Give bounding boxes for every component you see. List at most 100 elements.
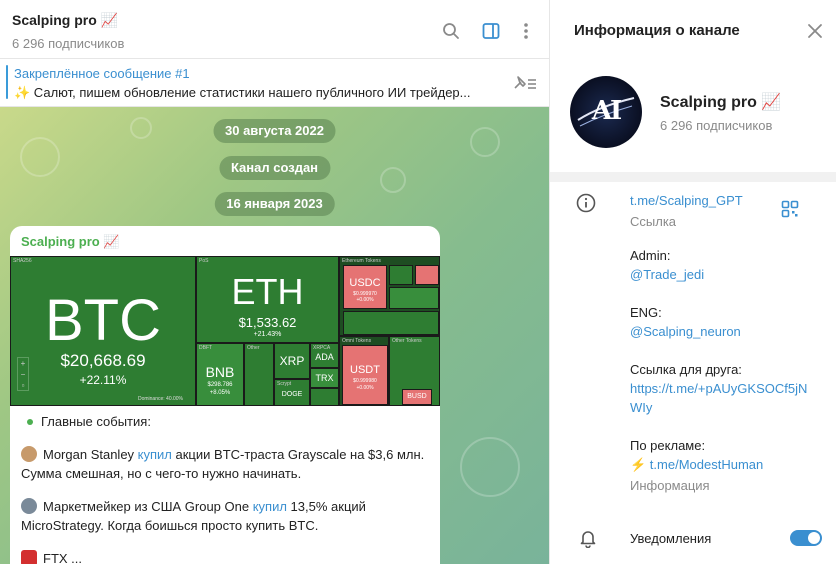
chat-title[interactable]: Scalping pro 📈	[12, 12, 118, 29]
heatmap-price: $298.786	[207, 382, 233, 388]
heatmap-section-label: Other Tokens	[392, 338, 422, 344]
heatmap-symbol: USDT	[350, 364, 380, 376]
heatmap-footnote: Dominance: 40.00%	[137, 396, 183, 402]
chat-pane: Scalping pro 📈 6 296 подписчиков Закрепл…	[0, 0, 549, 564]
heatmap-tile-ada: XRPCA ADA	[310, 343, 339, 368]
heatmap-section-label: Scrypt	[277, 381, 292, 387]
channel-link-caption: Ссылка	[630, 214, 677, 229]
heatmap-group-ethereum: Ethereum Tokens USDC $0.999970 +0.00%	[339, 256, 440, 336]
heatmap-change: +8.05%	[209, 390, 231, 396]
friend-link-label: Ссылка для друга:	[630, 362, 742, 377]
ads-link[interactable]: ⚡ t.me/ModestHuman	[630, 455, 807, 474]
pinned-message-bar[interactable]: Закреплённое сообщение #1 ✨ Салют, пишем…	[0, 59, 549, 107]
background-doodle	[20, 137, 60, 177]
heatmap-tile-small	[343, 311, 439, 335]
heatmap-price: $20,668.69	[60, 351, 146, 370]
background-doodle	[130, 117, 152, 139]
toggle-knob	[808, 532, 820, 544]
heatmap-group-omni: Omni Tokens USDT $0.999980 +0.00%	[339, 336, 389, 406]
heatmap-symbol: XRP	[279, 354, 305, 368]
date-pill: 16 января 2023	[214, 192, 335, 216]
channel-link[interactable]: t.me/Scalping_GPT	[630, 191, 743, 210]
heatmap-tile-small	[389, 287, 439, 309]
heatmap-section-label: Omni Tokens	[342, 338, 372, 344]
chat-subscriber-count: 6 296 подписчиков	[12, 36, 125, 51]
sidebar-toggle-icon[interactable]	[480, 20, 502, 42]
friend-link[interactable]: https://t.me/+pAUyGKSOCf5jN	[630, 379, 807, 398]
heatmap-change: +0.00%	[356, 297, 374, 303]
heatmap-symbol: DOGE	[281, 391, 303, 398]
heatmap-tile-usdc: USDC $0.999970 +0.00%	[343, 265, 387, 309]
avatar-logo-text: AI	[591, 96, 622, 126]
heatmap-change: +21.43%	[253, 331, 282, 338]
heatmap-price: $1,533.62	[238, 315, 297, 330]
info-circle-icon	[576, 193, 596, 213]
heatmap-tile-eth: PoS ETH $1,533.62 +21.43%	[196, 256, 339, 343]
heatmap-tile-usdt: USDT $0.999980 +0.00%	[342, 345, 388, 405]
heatmap-section-label: Ethereum Tokens	[342, 258, 381, 264]
heatmap-group-other-tokens: Other Tokens BUSD	[389, 336, 440, 406]
news-link[interactable]: купил	[253, 499, 287, 514]
channel-link-field: t.me/Scalping_GPT Ссылка	[630, 191, 743, 231]
heatmap-price: $0.999980	[353, 378, 377, 384]
qr-code-icon[interactable]	[781, 200, 799, 218]
more-options-icon[interactable]	[515, 20, 537, 42]
admin-label: Admin:	[630, 248, 671, 263]
ads-label: По рекламе:	[630, 438, 706, 453]
heatmap-tile-small	[415, 265, 439, 285]
news-item: Маркетмейкер из США Group One купил 13,5…	[21, 498, 366, 533]
notifications-label: Уведомления	[630, 531, 712, 546]
admin-link[interactable]: @Trade_jedi	[630, 265, 807, 284]
background-doodle	[470, 127, 500, 157]
eng-link[interactable]: @Scalping_neuron	[630, 322, 807, 341]
heatmap-tile-small	[389, 265, 413, 285]
heatmap-section-label: DBFT	[199, 345, 213, 351]
bell-icon	[578, 528, 598, 549]
notifications-toggle[interactable]	[790, 530, 822, 546]
search-icon[interactable]	[440, 20, 462, 42]
heatmap-tile-xrp: XRP	[274, 343, 310, 379]
heatmap-tile-busd: BUSD	[402, 389, 432, 405]
cowboy-emoji-icon	[21, 498, 37, 514]
heatmap-tile-small	[310, 388, 339, 406]
message-text: Главные события: Morgan Stanley купил ак…	[21, 412, 436, 564]
heatmap-section-label: XRPCA	[313, 345, 331, 351]
heatmap-symbol: BUSD	[407, 393, 427, 400]
events-heading: Главные события:	[21, 412, 436, 431]
news-item: FTX ...	[21, 549, 436, 564]
heatmap-section-label: SHA256	[13, 258, 32, 264]
heatmap-symbol: TRX	[315, 373, 334, 383]
eng-label: ENG:	[630, 305, 662, 320]
bullet-icon	[27, 419, 33, 425]
channel-info-panel: Информация о канале AI Scalping pro 📈 6 …	[549, 0, 836, 564]
channel-avatar[interactable]: AI	[570, 76, 642, 148]
close-icon[interactable]	[806, 22, 824, 40]
background-doodle	[460, 437, 520, 497]
crypto-heatmap-image[interactable]: SHA256 BTC $20,668.69 +22.11% + − ▫ Domina…	[10, 256, 440, 406]
warning-emoji-icon	[21, 550, 37, 564]
channel-name: Scalping pro 📈	[660, 94, 782, 111]
service-pill: Канал создан	[218, 156, 331, 180]
pinned-title: Закреплённое сообщение #1	[14, 66, 190, 81]
heatmap-change: +0.00%	[356, 385, 374, 391]
chat-header[interactable]: Scalping pro 📈 6 296 подписчиков	[0, 0, 549, 59]
news-link[interactable]: купил	[138, 447, 172, 462]
heatmap-tile-other: Other	[244, 343, 274, 406]
message-author[interactable]: Scalping pro 📈	[21, 234, 120, 250]
heatmap-symbol: USDC	[349, 277, 381, 289]
heatmap-symbol: BNB	[205, 364, 235, 380]
heatmap-tile-doge: Scrypt DOGE	[274, 379, 310, 406]
heatmap-symbol: ETH	[231, 271, 304, 312]
background-doodle	[380, 167, 406, 193]
heatmap-change: +22.11%	[79, 373, 127, 387]
description-field: Admin: @Trade_jedi ENG: @Scalping_neuron…	[630, 246, 807, 495]
description-caption: Информация	[630, 478, 710, 493]
channel-subscriber-count: 6 296 подписчиков	[660, 118, 773, 133]
heatmap-symbol: BTC	[45, 288, 161, 353]
news-item: Morgan Stanley купил акции BTC-траста Gr…	[21, 446, 425, 481]
friend-link-continued[interactable]: WIy	[630, 398, 807, 417]
heatmap-tile-bnb: DBFT BNB $298.786 +8.05%	[196, 343, 244, 406]
heatmap-section-label: Other	[247, 345, 260, 351]
pinned-list-icon[interactable]	[511, 72, 539, 94]
message-bubble[interactable]: Scalping pro 📈 SHA256 BTC $20,668.69 +22…	[10, 226, 440, 564]
